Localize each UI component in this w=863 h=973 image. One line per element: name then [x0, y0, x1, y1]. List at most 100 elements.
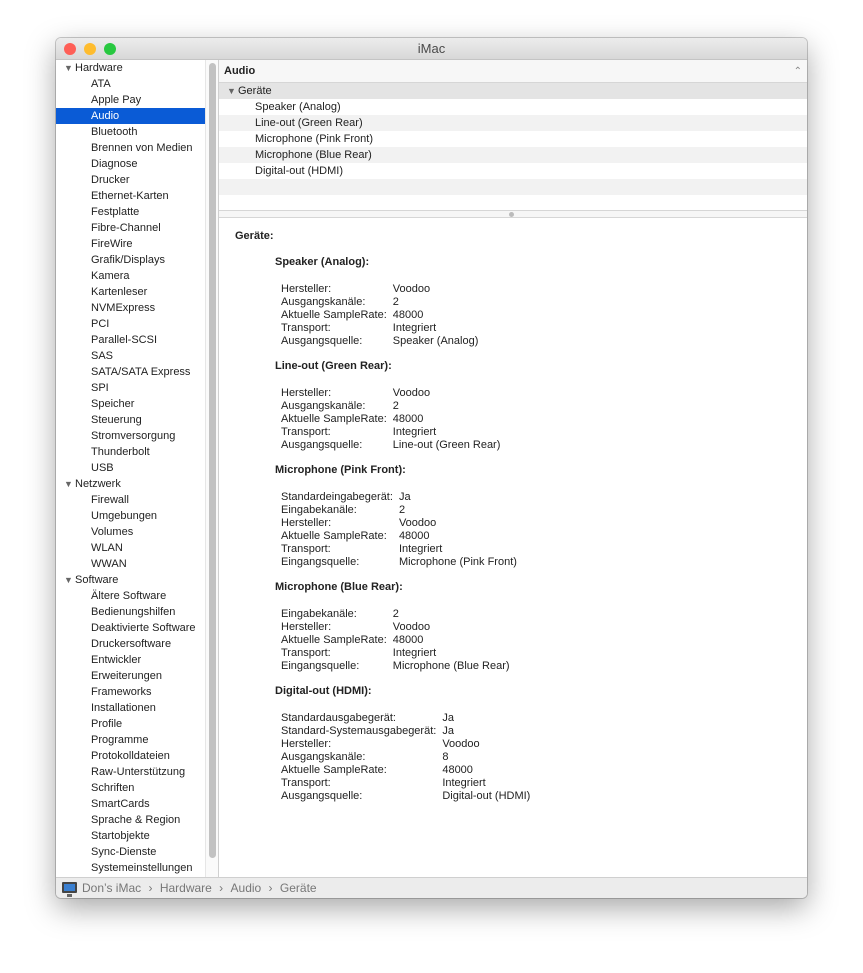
- sidebar-item[interactable]: Deaktivierte Software: [56, 620, 205, 636]
- sidebar-item[interactable]: Raw-Unterstützung: [56, 764, 205, 780]
- sidebar-item[interactable]: Firewall: [56, 492, 205, 508]
- disclosure-triangle-icon[interactable]: ▼: [227, 83, 238, 99]
- sidebar-item[interactable]: NVMExpress: [56, 300, 205, 316]
- sidebar-item[interactable]: Sprache & Region: [56, 812, 205, 828]
- sidebar-item[interactable]: SATA/SATA Express: [56, 364, 205, 380]
- sidebar-item[interactable]: Ältere Software: [56, 588, 205, 604]
- property-row: Aktuelle SampleRate: 48000: [281, 530, 517, 543]
- property-value: 2: [398, 504, 406, 516]
- close-button[interactable]: [64, 43, 76, 55]
- sidebar-item-label: Programme: [91, 734, 149, 746]
- sidebar-item[interactable]: Stromversorgung: [56, 428, 205, 444]
- table-group-row[interactable]: ▼ Geräte: [219, 83, 807, 99]
- sidebar-scrollbar[interactable]: [205, 60, 219, 878]
- sidebar-item[interactable]: Frameworks: [56, 684, 205, 700]
- detail-heading: Geräte:: [235, 230, 274, 242]
- property-value: Voodoo: [398, 517, 437, 529]
- disclosure-triangle-icon[interactable]: ▼: [64, 572, 75, 588]
- sidebar-item[interactable]: Ethernet-Karten: [56, 188, 205, 204]
- sidebar-item[interactable]: PCI: [56, 316, 205, 332]
- disclosure-triangle-icon[interactable]: ▼: [64, 60, 75, 76]
- table-row[interactable]: Speaker (Analog): [219, 99, 807, 115]
- minimize-button[interactable]: [84, 43, 96, 55]
- property-row: Transport: Integriert: [281, 426, 500, 439]
- sidebar-item[interactable]: FireWire: [56, 236, 205, 252]
- sidebar-item[interactable]: SPI: [56, 380, 205, 396]
- property-key: Eingangsquelle:: [281, 556, 360, 568]
- property-table: Standardeingabegerät: Ja Eingabekanäle: 2 He…: [281, 491, 517, 569]
- sidebar-item[interactable]: Protokolldateien: [56, 748, 205, 764]
- sidebar-item[interactable]: Brennen von Medien: [56, 140, 205, 156]
- property-value: Voodoo: [442, 738, 480, 750]
- sidebar-item-label: Raw-Unterstützung: [91, 766, 186, 778]
- sidebar-item[interactable]: Erweiterungen: [56, 668, 205, 684]
- device-section: Microphone (Pink Front): Standardeingabeg…: [275, 464, 791, 569]
- breadcrumb-item[interactable]: Hardware: [160, 881, 212, 895]
- sidebar-category[interactable]: ▼ Software: [56, 572, 205, 588]
- column-header[interactable]: Audio ⌃: [219, 60, 807, 83]
- sidebar-item[interactable]: USB: [56, 460, 205, 476]
- sidebar-item[interactable]: Umgebungen: [56, 508, 205, 524]
- breadcrumb-item[interactable]: Audio: [231, 881, 262, 895]
- property-key: Transport:: [281, 322, 331, 334]
- property-value: Voodoo: [392, 387, 431, 399]
- sidebar-category[interactable]: ▼ Hardware: [56, 60, 205, 76]
- sidebar-item[interactable]: SAS: [56, 348, 205, 364]
- sidebar-item[interactable]: Grafik/Displays: [56, 252, 205, 268]
- sidebar-item[interactable]: Thunderbolt: [56, 444, 205, 460]
- property-key: Hersteller:: [281, 621, 332, 633]
- sidebar-item[interactable]: Installationen: [56, 700, 205, 716]
- sidebar-item[interactable]: Bedienungshilfen: [56, 604, 205, 620]
- breadcrumb-item[interactable]: Geräte: [280, 881, 317, 895]
- breadcrumb-item[interactable]: Don’s iMac: [82, 881, 141, 895]
- split-divider[interactable]: [219, 210, 807, 218]
- sidebar-item[interactable]: Audio: [56, 108, 205, 124]
- sidebar-item[interactable]: Parallel-SCSI: [56, 332, 205, 348]
- sidebar-item[interactable]: ATA: [56, 76, 205, 92]
- sidebar-item[interactable]: Diagnose: [56, 156, 205, 172]
- property-row: Eingangsquelle: Microphone (Pink Front): [281, 556, 517, 569]
- disclosure-triangle-icon[interactable]: ▼: [64, 476, 75, 492]
- sidebar-item[interactable]: Systemeinstellungen: [56, 860, 205, 876]
- sidebar-item[interactable]: Speicher: [56, 396, 205, 412]
- table-row[interactable]: Line-out (Green Rear): [219, 115, 807, 131]
- sidebar-item[interactable]: Druckersoftware: [56, 636, 205, 652]
- sidebar-item-label: USB: [91, 462, 114, 474]
- sidebar-item[interactable]: Kartenleser: [56, 284, 205, 300]
- sidebar-item[interactable]: Schriften: [56, 780, 205, 796]
- sidebar-item[interactable]: Drucker: [56, 172, 205, 188]
- sidebar-category[interactable]: ▼ Netzwerk: [56, 476, 205, 492]
- sidebar-item[interactable]: Apple Pay: [56, 92, 205, 108]
- sidebar-item[interactable]: Sync-Dienste: [56, 844, 205, 860]
- sidebar-item[interactable]: Bluetooth: [56, 124, 205, 140]
- sidebar-item[interactable]: Festplatte: [56, 204, 205, 220]
- property-row: Standardeingabegerät: Ja: [281, 491, 517, 504]
- sidebar-item[interactable]: Programme: [56, 732, 205, 748]
- table-row[interactable]: Microphone (Pink Front): [219, 131, 807, 147]
- window-title: iMac: [417, 41, 446, 56]
- property-key: Hersteller:: [281, 738, 332, 750]
- sidebar-item[interactable]: Startobjekte: [56, 828, 205, 844]
- property-value: Integriert: [392, 322, 437, 334]
- sidebar-item[interactable]: SmartCards: [56, 796, 205, 812]
- zoom-button[interactable]: [104, 43, 116, 55]
- sidebar-item[interactable]: WLAN: [56, 540, 205, 556]
- sidebar-item[interactable]: Profile: [56, 716, 205, 732]
- sidebar-item-label: Firewall: [91, 494, 129, 506]
- scrollbar-thumb[interactable]: [209, 63, 216, 858]
- property-key: Transport:: [281, 426, 331, 438]
- sidebar-item[interactable]: Entwickler: [56, 652, 205, 668]
- sidebar-item[interactable]: Fibre-Channel: [56, 220, 205, 236]
- sidebar-item-label: Kamera: [91, 270, 130, 282]
- property-row: Standardausgabegerät: Ja: [281, 712, 530, 725]
- sidebar-item[interactable]: Volumes: [56, 524, 205, 540]
- device-section: Microphone (Blue Rear): Eingabekanäle: 2 He…: [275, 581, 791, 673]
- group-label: Geräte: [238, 85, 272, 97]
- sidebar-item[interactable]: Kamera: [56, 268, 205, 284]
- table-row[interactable]: Microphone (Blue Rear): [219, 147, 807, 163]
- sidebar-item[interactable]: WWAN: [56, 556, 205, 572]
- sidebar-item[interactable]: Steuerung: [56, 412, 205, 428]
- sidebar-item-label: Thunderbolt: [91, 446, 150, 458]
- divider-handle-icon: [509, 212, 514, 217]
- table-row[interactable]: Digital-out (HDMI): [219, 163, 807, 179]
